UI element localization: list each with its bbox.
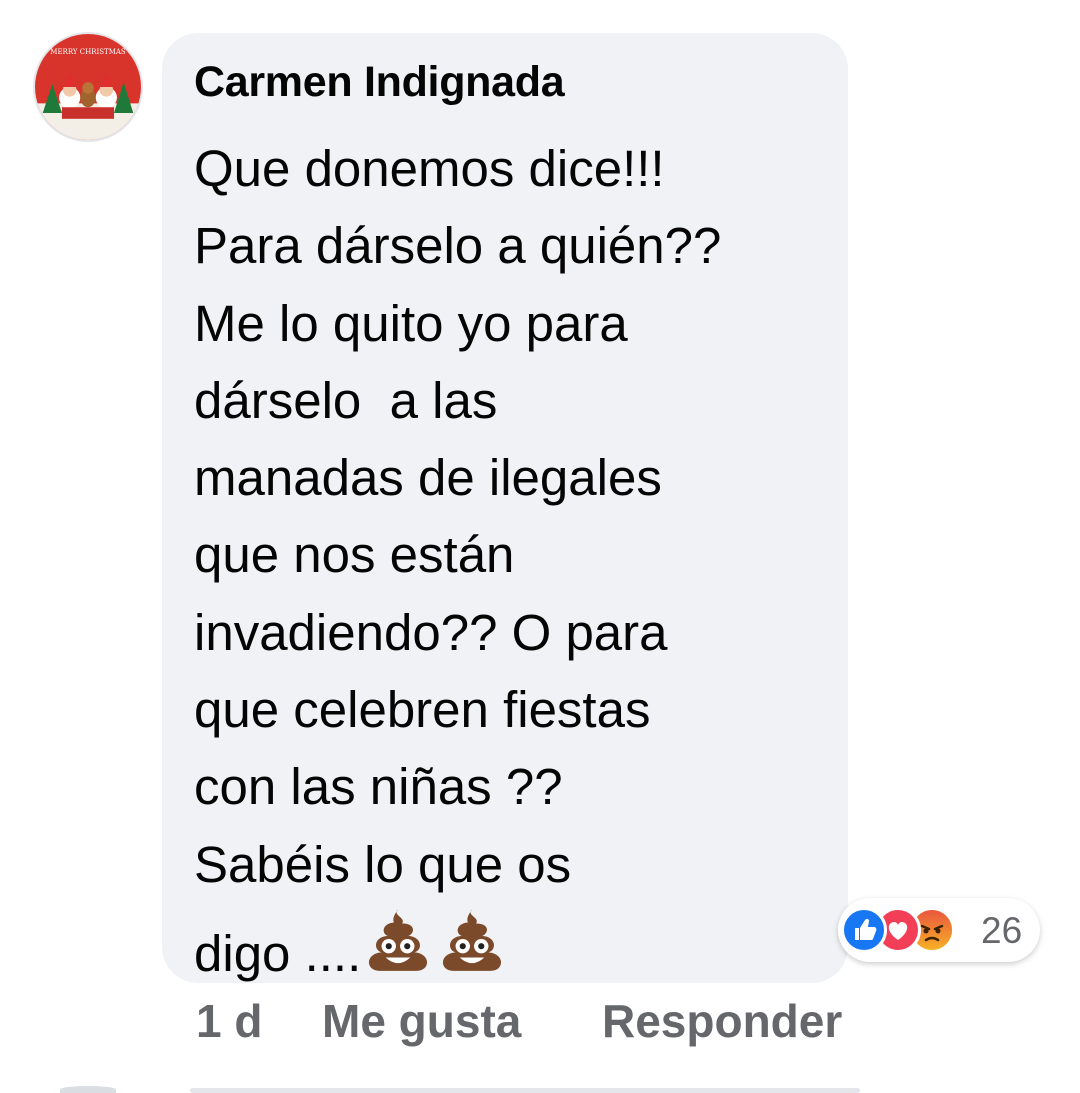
comment-line: con las niñas ??: [194, 758, 563, 816]
like-reaction-icon: [841, 907, 887, 953]
comment-line: digo ....: [194, 924, 362, 982]
next-comment-avatar[interactable]: [60, 1086, 116, 1093]
comment-line: Sabéis lo que os: [194, 835, 572, 893]
comment-timestamp[interactable]: 1 d: [196, 994, 262, 1048]
comment-line: Para dárselo a quién??: [194, 217, 722, 275]
poo-emoji-icon: [443, 909, 502, 971]
comment-text: Que donemos dice!!! Para dárselo a quién…: [194, 130, 834, 992]
like-button[interactable]: Me gusta: [322, 994, 521, 1048]
reaction-summary[interactable]: 26: [838, 898, 1040, 962]
comment-last-line: digo ....: [194, 903, 834, 992]
reaction-count: 26: [981, 910, 1023, 951]
comment-line: Que donemos dice!!!: [194, 140, 665, 197]
comment-line: que nos están: [194, 526, 515, 584]
comment-author-name[interactable]: Carmen Indignada: [194, 58, 565, 107]
comment-line: Me lo quito yo para: [194, 294, 628, 352]
author-avatar[interactable]: MERRY CHRISTMAS: [33, 32, 143, 142]
avatar-banner-text: MERRY CHRISTMAS: [50, 48, 126, 56]
comment-line: que celebren fiestas: [194, 681, 651, 739]
comment-line: invadiendo?? O para: [194, 603, 668, 661]
next-comment-bubble-edge: [190, 1088, 860, 1093]
comment-line: dárselo a las: [194, 371, 498, 429]
comment-line: manadas de ilegales: [194, 449, 662, 507]
poo-emoji-icon: [369, 909, 428, 971]
reply-button[interactable]: Responder: [602, 994, 842, 1048]
